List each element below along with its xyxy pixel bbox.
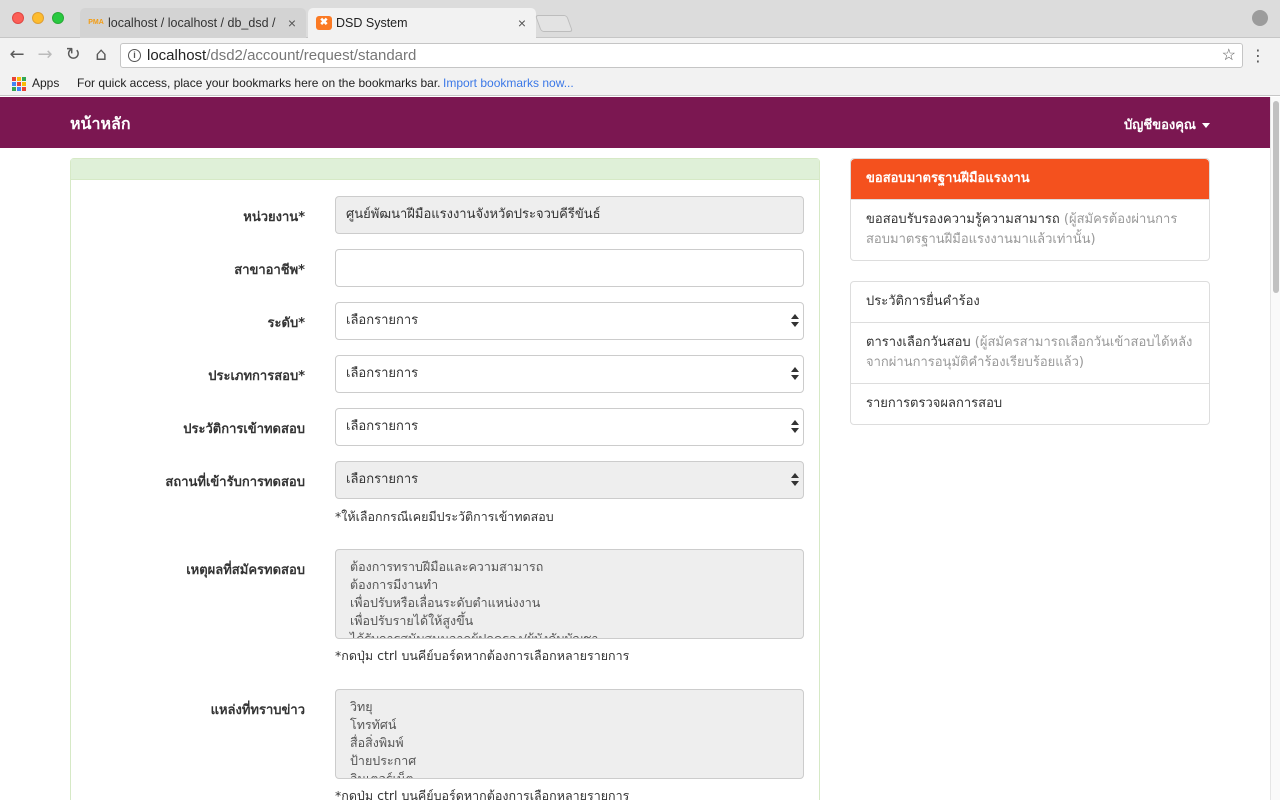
page-scrollbar[interactable]: [1270, 97, 1280, 800]
sidebar-exam-request-group: ขอสอบมาตรฐานฝีมือแรงงาน ขอสอบรับรองความร…: [850, 158, 1210, 261]
bookmarks-hint: For quick access, place your bookmarks h…: [77, 76, 441, 90]
browser-menu-icon[interactable]: ⋮: [1250, 46, 1266, 65]
account-dropdown[interactable]: บัญชีของคุณ: [1124, 114, 1210, 135]
news-source-option[interactable]: โทรทัศน์: [350, 716, 789, 734]
browser-tab-phpmyadmin[interactable]: PMA localhost / localhost / db_dsd / ×: [80, 8, 306, 38]
phpmyadmin-icon: PMA: [88, 19, 104, 26]
home-icon[interactable]: ⌂: [90, 44, 112, 66]
home-link[interactable]: หน้าหลัก: [70, 112, 131, 137]
news-source-label: แหล่งที่ทราบข่าว: [210, 703, 305, 718]
tab-close-icon[interactable]: ×: [518, 15, 526, 31]
back-icon[interactable]: ←: [6, 44, 28, 66]
tab-title: DSD System: [336, 16, 408, 30]
forward-icon[interactable]: →: [34, 44, 56, 66]
exam-place-label: สถานที่เข้ารับการทดสอบ: [165, 475, 305, 490]
sidebar-item-label: ตารางเลือกวันสอบ: [866, 335, 971, 350]
level-label: ระดับ*: [267, 316, 305, 331]
reason-option[interactable]: เพื่อปรับหรือเลื่อนระดับตำแหน่งงาน: [350, 594, 789, 612]
xampp-icon: ✖: [316, 16, 332, 30]
request-form-panel: หน่วยงาน* ศูนย์พัฒนาฝีมือแรงงานจังหวัดปร…: [70, 158, 820, 800]
account-dropdown-label: บัญชีของคุณ: [1124, 118, 1196, 133]
panel-heading: [71, 159, 819, 180]
browser-toolbar: ← → ↻ ⌂ i localhost/dsd2/account/request…: [0, 38, 1280, 72]
profile-icon[interactable]: [1252, 10, 1268, 26]
sidebar-item-label: ขอสอบมาตรฐานฝีมือแรงงาน: [866, 171, 1030, 186]
exam-history-label: ประวัติการเข้าทดสอบ: [183, 422, 305, 437]
bookmarks-bar: Apps For quick access, place your bookma…: [0, 72, 1280, 96]
news-source-option[interactable]: วิทยุ: [350, 698, 789, 716]
import-bookmarks-link[interactable]: Import bookmarks now...: [443, 72, 574, 94]
reason-option[interactable]: ต้องการมีงานทำ: [350, 576, 789, 594]
sidebar-item-exam-schedule[interactable]: ตารางเลือกวันสอบ (ผู้สมัครสามารถเลือกวัน…: [851, 322, 1209, 383]
reload-icon[interactable]: ↻: [62, 44, 84, 66]
sidebar-history-group: ประวัติการยื่นคำร้อง ตารางเลือกวันสอบ (ผ…: [850, 281, 1210, 425]
agency-field[interactable]: ศูนย์พัฒนาฝีมือแรงงานจังหวัดประจวบคีรีขั…: [335, 196, 804, 234]
sidebar-item-label: รายการตรวจผลการสอบ: [866, 396, 1003, 411]
top-navbar: หน้าหลัก บัญชีของคุณ: [0, 97, 1270, 148]
tab-title: localhost / localhost / db_dsd /: [108, 16, 276, 30]
news-source-option[interactable]: ป้ายประกาศ: [350, 752, 789, 770]
window-minimize-button[interactable]: [32, 12, 44, 24]
sidebar-item-label: ขอสอบรับรองความรู้ความสามารถ: [866, 212, 1060, 227]
browser-tab-strip: PMA localhost / localhost / db_dsd / × ✖…: [0, 0, 1280, 38]
news-source-multiselect[interactable]: วิทยุ โทรทัศน์ สื่อสิ่งพิมพ์ ป้ายประกาศ …: [335, 689, 804, 779]
reason-option[interactable]: ต้องการทราบฝีมือและความสามารถ: [350, 558, 789, 576]
web-page: หน้าหลัก บัญชีของคุณ หน่วยงาน* ศูนย์พัฒน…: [0, 97, 1270, 800]
select-arrows-icon: [791, 314, 799, 328]
address-bar[interactable]: i localhost/dsd2/account/request/standar…: [120, 43, 1243, 68]
reason-label: เหตุผลที่สมัครทดสอบ: [186, 563, 305, 578]
url-path: /dsd2/account/request/standard: [206, 47, 417, 64]
sidebar-item-request-history[interactable]: ประวัติการยื่นคำร้อง: [851, 282, 1209, 322]
apps-icon[interactable]: [12, 77, 26, 91]
bookmark-star-icon[interactable]: ☆: [1222, 44, 1236, 67]
sidebar-item-standard-exam[interactable]: ขอสอบมาตรฐานฝีมือแรงงาน: [851, 159, 1209, 199]
exam-history-select-value: เลือกรายการ: [346, 419, 419, 434]
sidebar-item-label: ประวัติการยื่นคำร้อง: [866, 294, 980, 309]
reason-option[interactable]: เพื่อปรับรายได้ให้สูงขึ้น: [350, 612, 789, 630]
bookmark-apps[interactable]: Apps: [32, 72, 59, 94]
info-icon[interactable]: i: [128, 49, 141, 62]
career-label: สาขาอาชีพ*: [234, 263, 305, 278]
sidebar-item-exam-results[interactable]: รายการตรวจผลการสอบ: [851, 383, 1209, 424]
scrollbar-thumb[interactable]: [1273, 101, 1279, 293]
exam-type-select-value: เลือกรายการ: [346, 366, 419, 381]
url-host: localhost: [147, 47, 207, 64]
select-arrows-icon: [791, 420, 799, 434]
news-source-option[interactable]: สื่อสิ่งพิมพ์: [350, 734, 789, 752]
news-source-option[interactable]: อินเตอร์เน็ต: [350, 770, 789, 778]
reason-multiselect[interactable]: ต้องการทราบฝีมือและความสามารถ ต้องการมีง…: [335, 549, 804, 639]
browser-tab-dsd-system[interactable]: ✖ DSD System ×: [308, 8, 536, 38]
news-source-help: *กดปุ่ม ctrl บนคีย์บอร์ดหากต้องการเลือกห…: [335, 788, 630, 800]
reason-option[interactable]: ได้รับการสนับสนุนจากผู้ปกครอง/ผู้บังคับบ…: [350, 630, 789, 638]
exam-type-select[interactable]: เลือกรายการ: [335, 355, 804, 393]
sidebar-item-competency-exam[interactable]: ขอสอบรับรองความรู้ความสามารถ (ผู้สมัครต้…: [851, 199, 1209, 260]
window-close-button[interactable]: [12, 12, 24, 24]
new-tab-button[interactable]: [534, 15, 574, 32]
tab-close-icon[interactable]: ×: [288, 15, 296, 31]
exam-history-select[interactable]: เลือกรายการ: [335, 408, 804, 446]
exam-place-help: *ให้เลือกกรณีเคยมีประวัติการเข้าทดสอบ: [335, 509, 554, 524]
level-select-value: เลือกรายการ: [346, 313, 419, 328]
select-arrows-icon: [791, 367, 799, 381]
level-select[interactable]: เลือกรายการ: [335, 302, 804, 340]
reason-help: *กดปุ่ม ctrl บนคีย์บอร์ดหากต้องการเลือกห…: [335, 648, 630, 663]
career-input[interactable]: [335, 249, 804, 287]
agency-label: หน่วยงาน*: [243, 210, 305, 225]
caret-down-icon: [1202, 123, 1210, 128]
exam-place-select[interactable]: เลือกรายการ: [335, 461, 804, 499]
exam-place-select-value: เลือกรายการ: [346, 472, 419, 487]
exam-type-label: ประเภทการสอบ*: [208, 369, 305, 384]
window-zoom-button[interactable]: [52, 12, 64, 24]
select-arrows-icon: [791, 473, 799, 487]
